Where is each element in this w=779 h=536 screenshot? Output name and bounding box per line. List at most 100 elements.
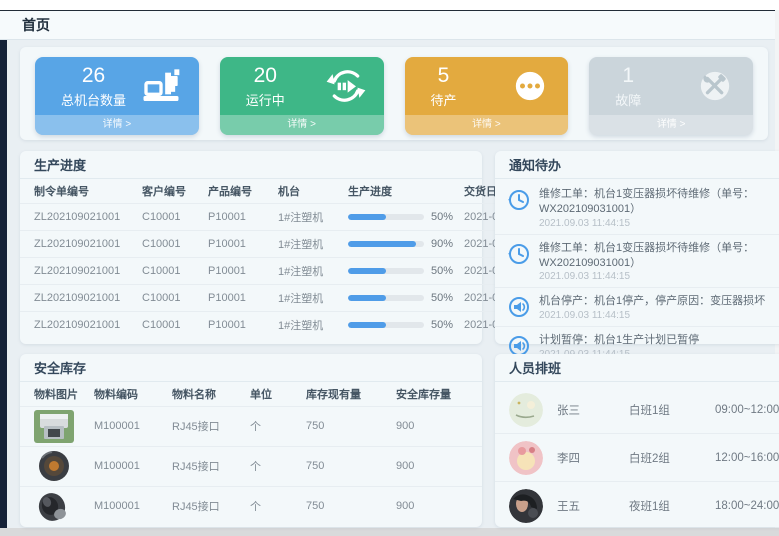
inventory-table: 物料图片 物料编码 物料名称 单位 库存现有量 安全库存量: [20, 382, 482, 526]
list-item[interactable]: 维修工单：机台1变压器损坏待维修（单号：WX202109031001） 2021…: [495, 181, 779, 235]
card-waiting[interactable]: 5 待产 详情 >: [405, 57, 569, 135]
card-running[interactable]: 20 运行中 详情 >: [220, 57, 384, 135]
col-product-no: 产品编号: [204, 179, 274, 203]
table-row: ZL202109021001 C10001 P10001 1#注塑机 90% 2…: [20, 230, 538, 257]
notice-text: 维修工单：机台1变压器损坏待维修（单号：WX202109031001）: [539, 241, 779, 271]
avatar: [509, 489, 543, 523]
order-no: ZL202109021001: [20, 257, 138, 284]
fault-label: 故障: [615, 90, 641, 109]
safety-qty: 900: [392, 486, 482, 526]
safety-inventory-panel: 安全库存 物料图片 物料编码 物料名称 单位 库存现有量 安全库存量: [20, 354, 482, 527]
material-unit: 个: [246, 406, 302, 446]
machine-name: 1#注塑机: [274, 203, 344, 230]
progress-value: 50%: [431, 292, 453, 304]
tab-bar: 首页: [0, 10, 775, 40]
running-detail-link[interactable]: 详情 >: [220, 115, 384, 135]
person-shift: 夜班1组: [629, 498, 715, 514]
avatar: [509, 393, 543, 427]
progress-value: 50%: [431, 265, 453, 277]
stat-cards-panel: 26 总机台数量 详情 >: [20, 47, 768, 140]
total-machines-detail-link[interactable]: 详情 >: [35, 115, 199, 135]
running-value: 20: [254, 64, 277, 88]
stock-qty: 750: [302, 486, 392, 526]
material-code: M100001: [90, 486, 168, 526]
list-item[interactable]: 维修工单：机台1变压器损坏待维修（单号：WX202109031001） 2021…: [495, 235, 779, 289]
customer-no: C10001: [138, 203, 204, 230]
total-machines-label: 总机台数量: [61, 90, 126, 109]
order-no: ZL202109021001: [20, 230, 138, 257]
notice-text: 机台停产：机台1停产，停产原因：变压器损坏: [539, 294, 779, 309]
order-no: ZL202109021001: [20, 284, 138, 311]
tab-home[interactable]: 首页: [0, 15, 72, 35]
col-material-name: 物料名称: [168, 382, 246, 406]
production-progress-panel: 生产进度 制令单编号 客户编号 产品编号 机台 生产进度 交货日期 ZL2021: [20, 151, 482, 344]
avatar: [509, 441, 543, 475]
table-row: M100001 RJ45接口 个 750 900: [20, 446, 482, 486]
safety-inventory-title: 安全库存: [20, 354, 482, 382]
production-header-row: 制令单编号 客户编号 产品编号 机台 生产进度 交货日期: [20, 179, 538, 203]
table-row: ZL202109021001 C10001 P10001 1#注塑机 50% 2…: [20, 284, 538, 311]
card-main: 20 运行中: [220, 57, 384, 115]
table-row: ZL202109021001 C10001 P10001 1#注塑机 50% 2…: [20, 257, 538, 284]
notice-time: 2021.09.03 11:44:15: [539, 218, 779, 229]
person-time: 09:00~12:00: [715, 404, 779, 416]
waiting-detail-link[interactable]: 详情 >: [405, 115, 569, 135]
person-time: 12:00~16:00: [715, 452, 779, 464]
production-progress-title: 生产进度: [20, 151, 482, 179]
machine-name: 1#注塑机: [274, 311, 344, 338]
fault-detail-link[interactable]: 详情 >: [589, 115, 753, 135]
col-unit: 单位: [246, 382, 302, 406]
list-item[interactable]: 机台停产：机台1停产，停产原因：变压器损坏 2021.09.03 11:44:1…: [495, 288, 779, 327]
person-name: 张三: [557, 402, 629, 418]
notice-list: 维修工单：机台1变压器损坏待维修（单号：WX202109031001） 2021…: [495, 179, 779, 367]
card-fault[interactable]: 1 故障 详情 >: [589, 57, 753, 135]
clock-icon: [507, 242, 531, 266]
order-no: ZL202109021001: [20, 203, 138, 230]
running-label: 运行中: [246, 90, 285, 109]
product-no: P10001: [204, 311, 274, 338]
table-row: M100001 RJ45接口 个 750 900: [20, 406, 482, 446]
personnel-schedule-title: 人员排班: [495, 354, 779, 382]
col-customer-no: 客户编号: [138, 179, 204, 203]
list-item: 李四 白班2组 12:00~16:00: [495, 434, 779, 482]
waiting-label: 待产: [431, 90, 457, 109]
material-name: RJ45接口: [168, 446, 246, 486]
customer-no: C10001: [138, 311, 204, 338]
order-no: ZL202109021001: [20, 311, 138, 338]
dashboard-content: 26 总机台数量 详情 >: [7, 40, 775, 528]
progress-bar: 50%: [348, 265, 456, 277]
col-material-code: 物料编码: [90, 382, 168, 406]
inventory-header-row: 物料图片 物料编码 物料名称 单位 库存现有量 安全库存量: [20, 382, 482, 406]
material-unit: 个: [246, 486, 302, 526]
waiting-value: 5: [438, 64, 450, 88]
person-time: 18:00~24:00: [715, 500, 779, 512]
material-unit: 个: [246, 446, 302, 486]
progress-value: 50%: [431, 319, 453, 331]
card-total-machines[interactable]: 26 总机台数量 详情 >: [35, 57, 199, 135]
production-table: 制令单编号 客户编号 产品编号 机台 生产进度 交货日期 ZL202109021…: [20, 179, 538, 338]
stock-qty: 750: [302, 406, 392, 446]
col-order-no: 制令单编号: [20, 179, 138, 203]
machine-name: 1#注塑机: [274, 284, 344, 311]
window-top-strip: [0, 0, 779, 10]
safety-qty: 900: [392, 406, 482, 446]
person-shift: 白班2组: [629, 450, 715, 466]
person-shift: 白班1组: [629, 402, 715, 418]
col-machine: 机台: [274, 179, 344, 203]
progress-bar: 50%: [348, 292, 456, 304]
personnel-schedule-panel: 人员排班 张三 白班1组 09:00~12:00 李四 白班2组 1: [495, 354, 779, 527]
product-no: P10001: [204, 203, 274, 230]
progress-bar: 50%: [348, 211, 456, 223]
product-no: P10001: [204, 230, 274, 257]
col-safety-qty: 安全库存量: [392, 382, 482, 406]
left-frame-strip: [0, 40, 7, 528]
col-progress: 生产进度: [344, 179, 460, 203]
progress-value: 90%: [431, 238, 453, 250]
fault-value: 1: [622, 64, 634, 88]
total-machines-value: 26: [82, 64, 105, 88]
stock-qty: 750: [302, 446, 392, 486]
table-row: ZL202109021001 C10001 P10001 1#注塑机 50% 2…: [20, 311, 538, 338]
table-row: M100001 RJ45接口 个 750 900: [20, 486, 482, 526]
running-icon: [326, 66, 366, 106]
machine-name: 1#注塑机: [274, 257, 344, 284]
